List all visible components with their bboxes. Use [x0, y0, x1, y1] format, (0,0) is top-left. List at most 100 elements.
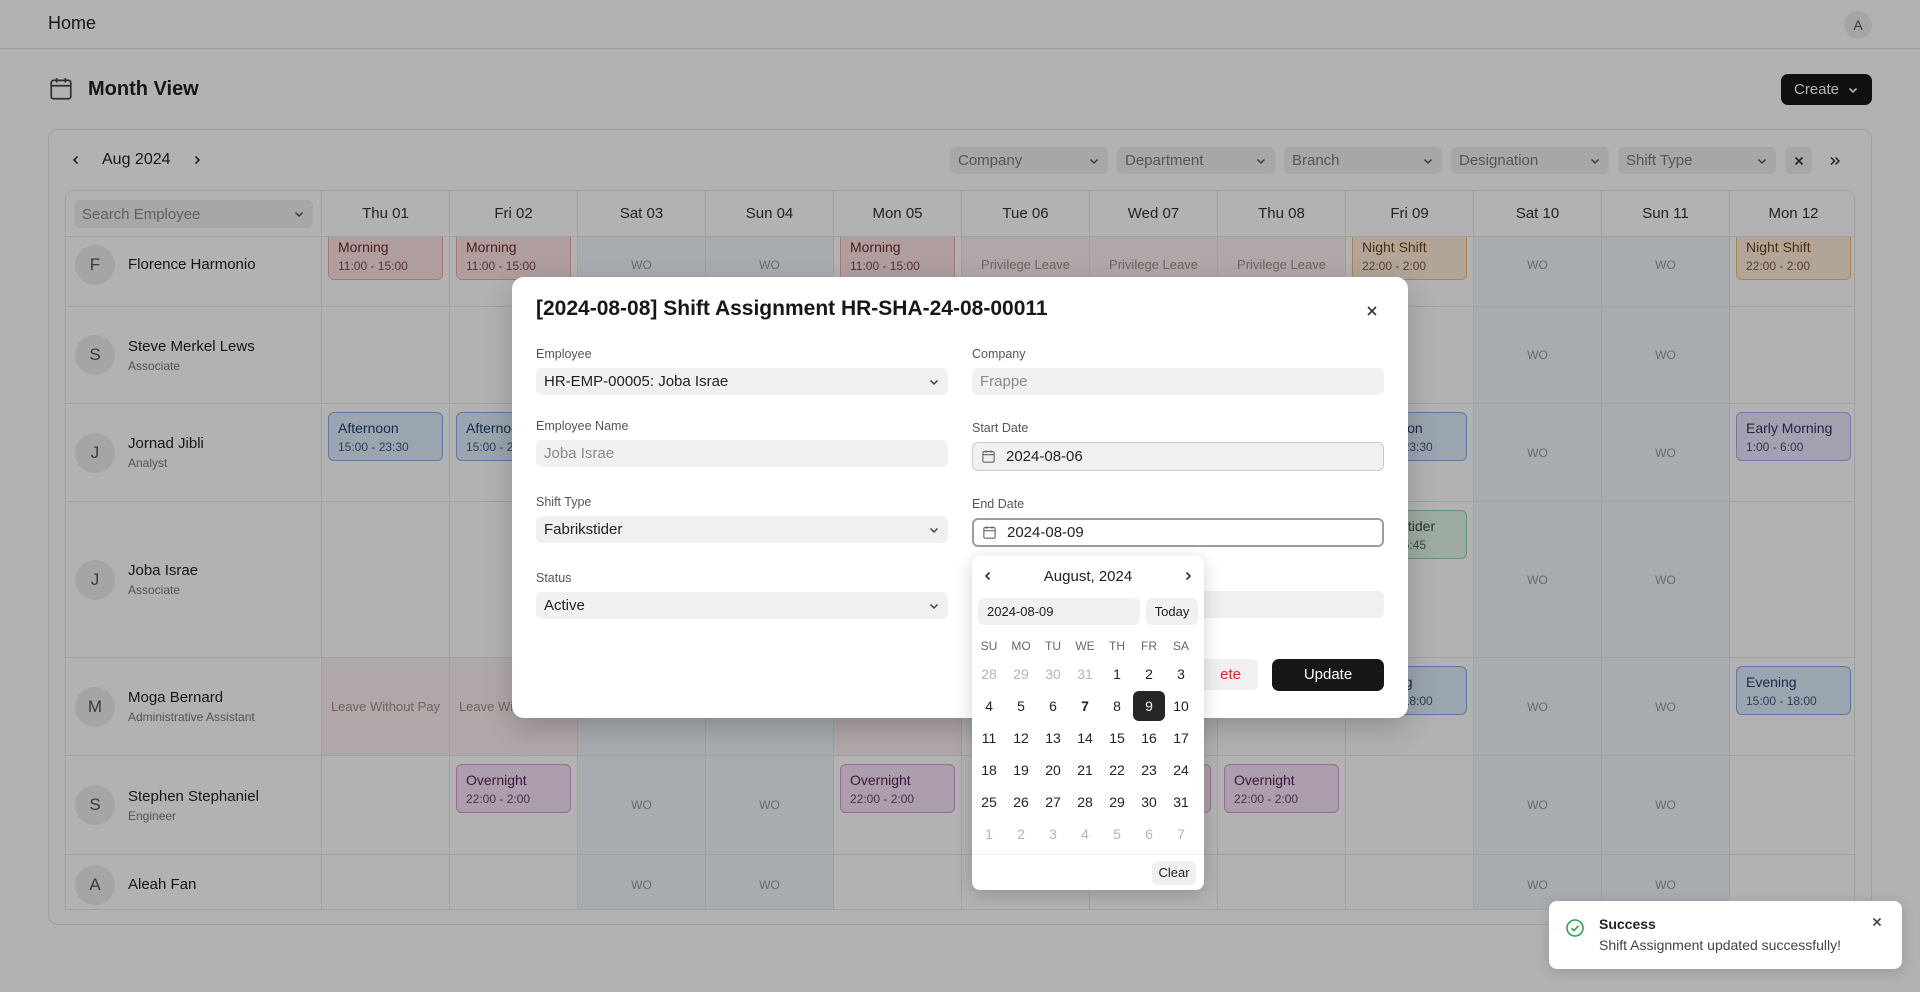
calendar-day[interactable]: 20	[1037, 755, 1069, 785]
calendar-day[interactable]: 2	[1133, 659, 1165, 689]
status-value: Active	[544, 597, 585, 614]
calendar-day[interactable]: 1	[1101, 659, 1133, 689]
calendar-day[interactable]: 4	[1069, 819, 1101, 849]
calendar-day[interactable]: 18	[973, 755, 1005, 785]
start-date-input[interactable]: 2024-08-06	[972, 442, 1384, 471]
calendar-day[interactable]: 5	[1005, 691, 1037, 721]
employee-name-field: Employee Name Joba Israe	[536, 419, 948, 467]
employee-field: Employee HR-EMP-00005: Joba Israe	[536, 347, 948, 395]
calendar-day[interactable]: 7	[1069, 691, 1101, 721]
date-picker-divider	[972, 854, 1204, 855]
calendar-day[interactable]: 30	[1133, 787, 1165, 817]
company-field: Company Frappe	[972, 347, 1384, 395]
calendar-day[interactable]: 21	[1069, 755, 1101, 785]
calendar-day[interactable]: 28	[1069, 787, 1101, 817]
chevron-down-icon	[928, 600, 940, 612]
check-circle-icon	[1565, 918, 1585, 938]
shift-type-value: Fabrikstider	[544, 521, 623, 538]
calendar-day[interactable]: 22	[1101, 755, 1133, 785]
company-value: Frappe	[980, 373, 1028, 390]
weekday-label: FR	[1141, 639, 1157, 653]
end-date-value: 2024-08-09	[1007, 524, 1084, 541]
status-field: Status Active	[536, 571, 948, 619]
calendar-day[interactable]: 12	[1005, 723, 1037, 753]
employee-value: HR-EMP-00005: Joba Israe	[544, 373, 729, 390]
calendar-day[interactable]: 16	[1133, 723, 1165, 753]
calendar-day[interactable]: 13	[1037, 723, 1069, 753]
end-date-input[interactable]: 2024-08-09	[972, 518, 1384, 547]
weekday-label: TU	[1045, 639, 1061, 653]
calendar-icon	[982, 525, 997, 540]
toast-title: Success	[1599, 916, 1656, 932]
update-button[interactable]: Update	[1272, 659, 1384, 691]
status-select[interactable]: Active	[536, 592, 948, 619]
toast-message: Shift Assignment updated successfully!	[1599, 937, 1842, 953]
shift-assignment-dialog: [2024-08-08] Shift Assignment HR-SHA-24-…	[512, 277, 1408, 718]
calendar-day[interactable]: 17	[1165, 723, 1197, 753]
employee-name-value: Joba Israe	[544, 445, 615, 462]
calendar-day[interactable]: 8	[1101, 691, 1133, 721]
weekday-label: SA	[1172, 639, 1189, 653]
calendar-day[interactable]: 3	[1165, 659, 1197, 689]
chevron-down-icon	[928, 376, 940, 388]
clear-date-button[interactable]: Clear	[1152, 861, 1196, 885]
date-picker-input[interactable]: 2024-08-09	[978, 598, 1140, 625]
calendar-day[interactable]: 31	[1165, 787, 1197, 817]
calendar-icon	[981, 449, 996, 464]
selected-day[interactable]: 9	[1133, 691, 1165, 721]
calendar-day[interactable]: 7	[1165, 819, 1197, 849]
start-date-field: Start Date 2024-08-06	[972, 421, 1384, 471]
calendar-day[interactable]: 1	[973, 819, 1005, 849]
calendar-day[interactable]: 14	[1069, 723, 1101, 753]
shift-type-field: Shift Type Fabrikstider	[536, 495, 948, 543]
toast-close-button[interactable]	[1871, 916, 1889, 934]
employee-select[interactable]: HR-EMP-00005: Joba Israe	[536, 368, 948, 395]
calendar-day[interactable]: 5	[1101, 819, 1133, 849]
calendar-day[interactable]: 30	[1037, 659, 1069, 689]
dialog-close-button[interactable]	[1360, 299, 1384, 323]
company-input: Frappe	[972, 368, 1384, 395]
shift-type-label: Shift Type	[536, 495, 592, 509]
calendar-day[interactable]: 26	[1005, 787, 1037, 817]
calendar-day[interactable]: 24	[1165, 755, 1197, 785]
success-toast: Success Shift Assignment updated success…	[1549, 901, 1902, 969]
dialog-title: [2024-08-08] Shift Assignment HR-SHA-24-…	[536, 297, 1048, 320]
close-icon	[1365, 304, 1379, 318]
prev-month-button[interactable]	[982, 570, 994, 582]
employee-label: Employee	[536, 347, 592, 361]
date-picker-header: August, 2024	[972, 564, 1204, 588]
employee-name-label: Employee Name	[536, 419, 629, 433]
weekday-label: SU	[980, 639, 998, 653]
date-picker-month: August, 2024	[1043, 567, 1133, 585]
employee-name-input: Joba Israe	[536, 440, 948, 467]
calendar-day[interactable]: 10	[1165, 691, 1197, 721]
next-month-button[interactable]	[1182, 570, 1194, 582]
start-date-label: Start Date	[972, 421, 1029, 435]
calendar-day[interactable]: 11	[973, 723, 1005, 753]
today-button[interactable]: Today	[1146, 598, 1198, 625]
date-picker-popover: August, 2024 2024-08-09 Today SU MO TU WE TH…	[972, 556, 1204, 890]
calendar-day[interactable]: 29	[1005, 659, 1037, 689]
calendar-day[interactable]: 2	[1005, 819, 1037, 849]
company-label: Company	[972, 347, 1026, 361]
start-date-value: 2024-08-06	[1006, 448, 1083, 465]
calendar-day[interactable]: 28	[973, 659, 1005, 689]
shift-type-select[interactable]: Fabrikstider	[536, 516, 948, 543]
status-label: Status	[536, 571, 572, 585]
calendar-day[interactable]: 19	[1005, 755, 1037, 785]
calendar-day[interactable]: 6	[1037, 691, 1069, 721]
calendar-day[interactable]: 23	[1133, 755, 1165, 785]
end-date-field: End Date 2024-08-09	[972, 497, 1384, 547]
calendar-day[interactable]: 31	[1069, 659, 1101, 689]
calendar-day[interactable]: 25	[973, 787, 1005, 817]
calendar-day[interactable]: 6	[1133, 819, 1165, 849]
weekday-label: TH	[1109, 639, 1125, 653]
calendar-day[interactable]: 27	[1037, 787, 1069, 817]
weekday-label: MO	[1011, 639, 1031, 653]
end-date-label: End Date	[972, 497, 1025, 511]
calendar-day[interactable]: 3	[1037, 819, 1069, 849]
calendar-day[interactable]: 4	[973, 691, 1005, 721]
weekday-label: WE	[1075, 639, 1095, 653]
calendar-day[interactable]: 29	[1101, 787, 1133, 817]
calendar-day[interactable]: 15	[1101, 723, 1133, 753]
